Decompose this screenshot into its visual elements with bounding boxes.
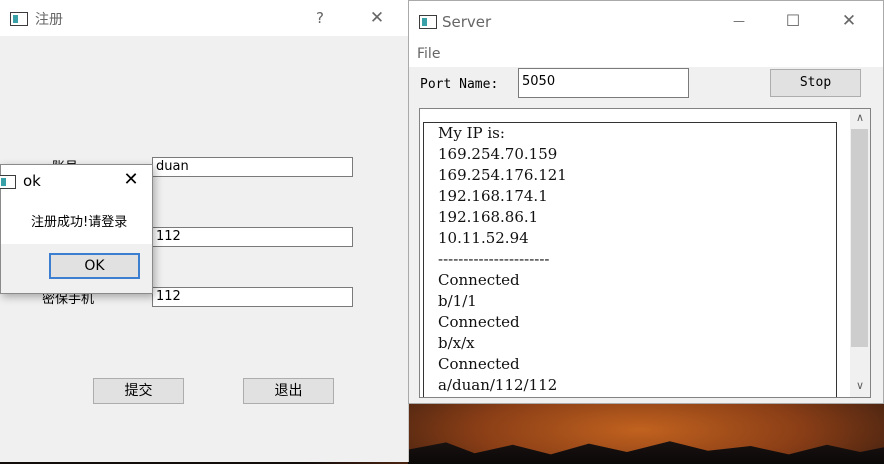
menu-bar: File xyxy=(409,43,883,67)
log-line: Connected xyxy=(438,355,520,373)
server-window: Server — ☐ ✕ File Port Name: 5050 Stop M… xyxy=(408,0,884,404)
success-dialog: ok ✕ 注册成功!请登录 OK xyxy=(0,164,153,294)
scroll-up-icon[interactable]: ∧ xyxy=(850,109,870,127)
server-window-title: Server xyxy=(442,13,492,31)
minimize-icon[interactable]: — xyxy=(727,11,751,31)
app-window-icon xyxy=(10,12,28,26)
close-icon[interactable]: ✕ xyxy=(365,8,389,28)
scroll-down-icon[interactable]: ∨ xyxy=(850,377,870,395)
scrollbar-thumb[interactable] xyxy=(851,129,868,347)
server-titlebar[interactable]: Server — ☐ ✕ xyxy=(409,1,883,43)
log-line: 169.254.176.121 xyxy=(438,166,567,184)
dialog-app-icon xyxy=(0,175,16,189)
dialog-title: ok xyxy=(23,172,41,190)
app-window-icon xyxy=(419,15,437,29)
log-scrollbar[interactable]: ∧ ∨ xyxy=(850,109,870,397)
log-line: ---------------------- xyxy=(438,250,550,268)
menu-file[interactable]: File xyxy=(417,46,440,62)
stop-button[interactable]: Stop xyxy=(770,69,861,97)
port-input[interactable]: 5050 xyxy=(518,68,689,98)
close-icon[interactable]: ✕ xyxy=(119,169,143,191)
register-window-title: 注册 xyxy=(35,12,63,28)
log-line: 192.168.86.1 xyxy=(438,208,539,226)
ok-button[interactable]: OK xyxy=(49,253,140,279)
log-line: 192.168.174.1 xyxy=(438,187,548,205)
log-line: 10.11.52.94 xyxy=(438,229,529,247)
password-field[interactable]: 112 xyxy=(152,227,353,247)
log-line: Connected xyxy=(438,271,520,289)
help-icon[interactable]: ? xyxy=(308,8,332,28)
log-line: b/1/1 xyxy=(438,292,477,310)
port-name-label: Port Name: xyxy=(420,77,499,92)
log-text-frame: My IP is: 169.254.70.159 169.254.176.121… xyxy=(423,122,837,397)
close-icon[interactable]: ✕ xyxy=(837,11,861,31)
exit-button[interactable]: 退出 xyxy=(243,378,334,404)
dialog-message: 注册成功!请登录 xyxy=(31,215,128,230)
log-line: a/duan/112/112 xyxy=(438,376,558,394)
log-line: b/x/x xyxy=(438,334,475,352)
dialog-message-area: 注册成功!请登录 xyxy=(1,196,152,244)
register-titlebar[interactable]: 注册 ? ✕ xyxy=(0,0,408,36)
security-phone-field[interactable]: 112 xyxy=(152,287,353,307)
account-field[interactable]: duan xyxy=(152,157,353,177)
log-line: 169.254.70.159 xyxy=(438,145,558,163)
dialog-titlebar[interactable]: ok ✕ xyxy=(0,165,152,196)
server-log[interactable]: My IP is: 169.254.70.159 169.254.176.121… xyxy=(419,108,871,398)
submit-button[interactable]: 提交 xyxy=(93,378,184,404)
log-line: Connected xyxy=(438,313,520,331)
log-line: My IP is: xyxy=(438,124,505,142)
maximize-icon[interactable]: ☐ xyxy=(781,11,805,31)
